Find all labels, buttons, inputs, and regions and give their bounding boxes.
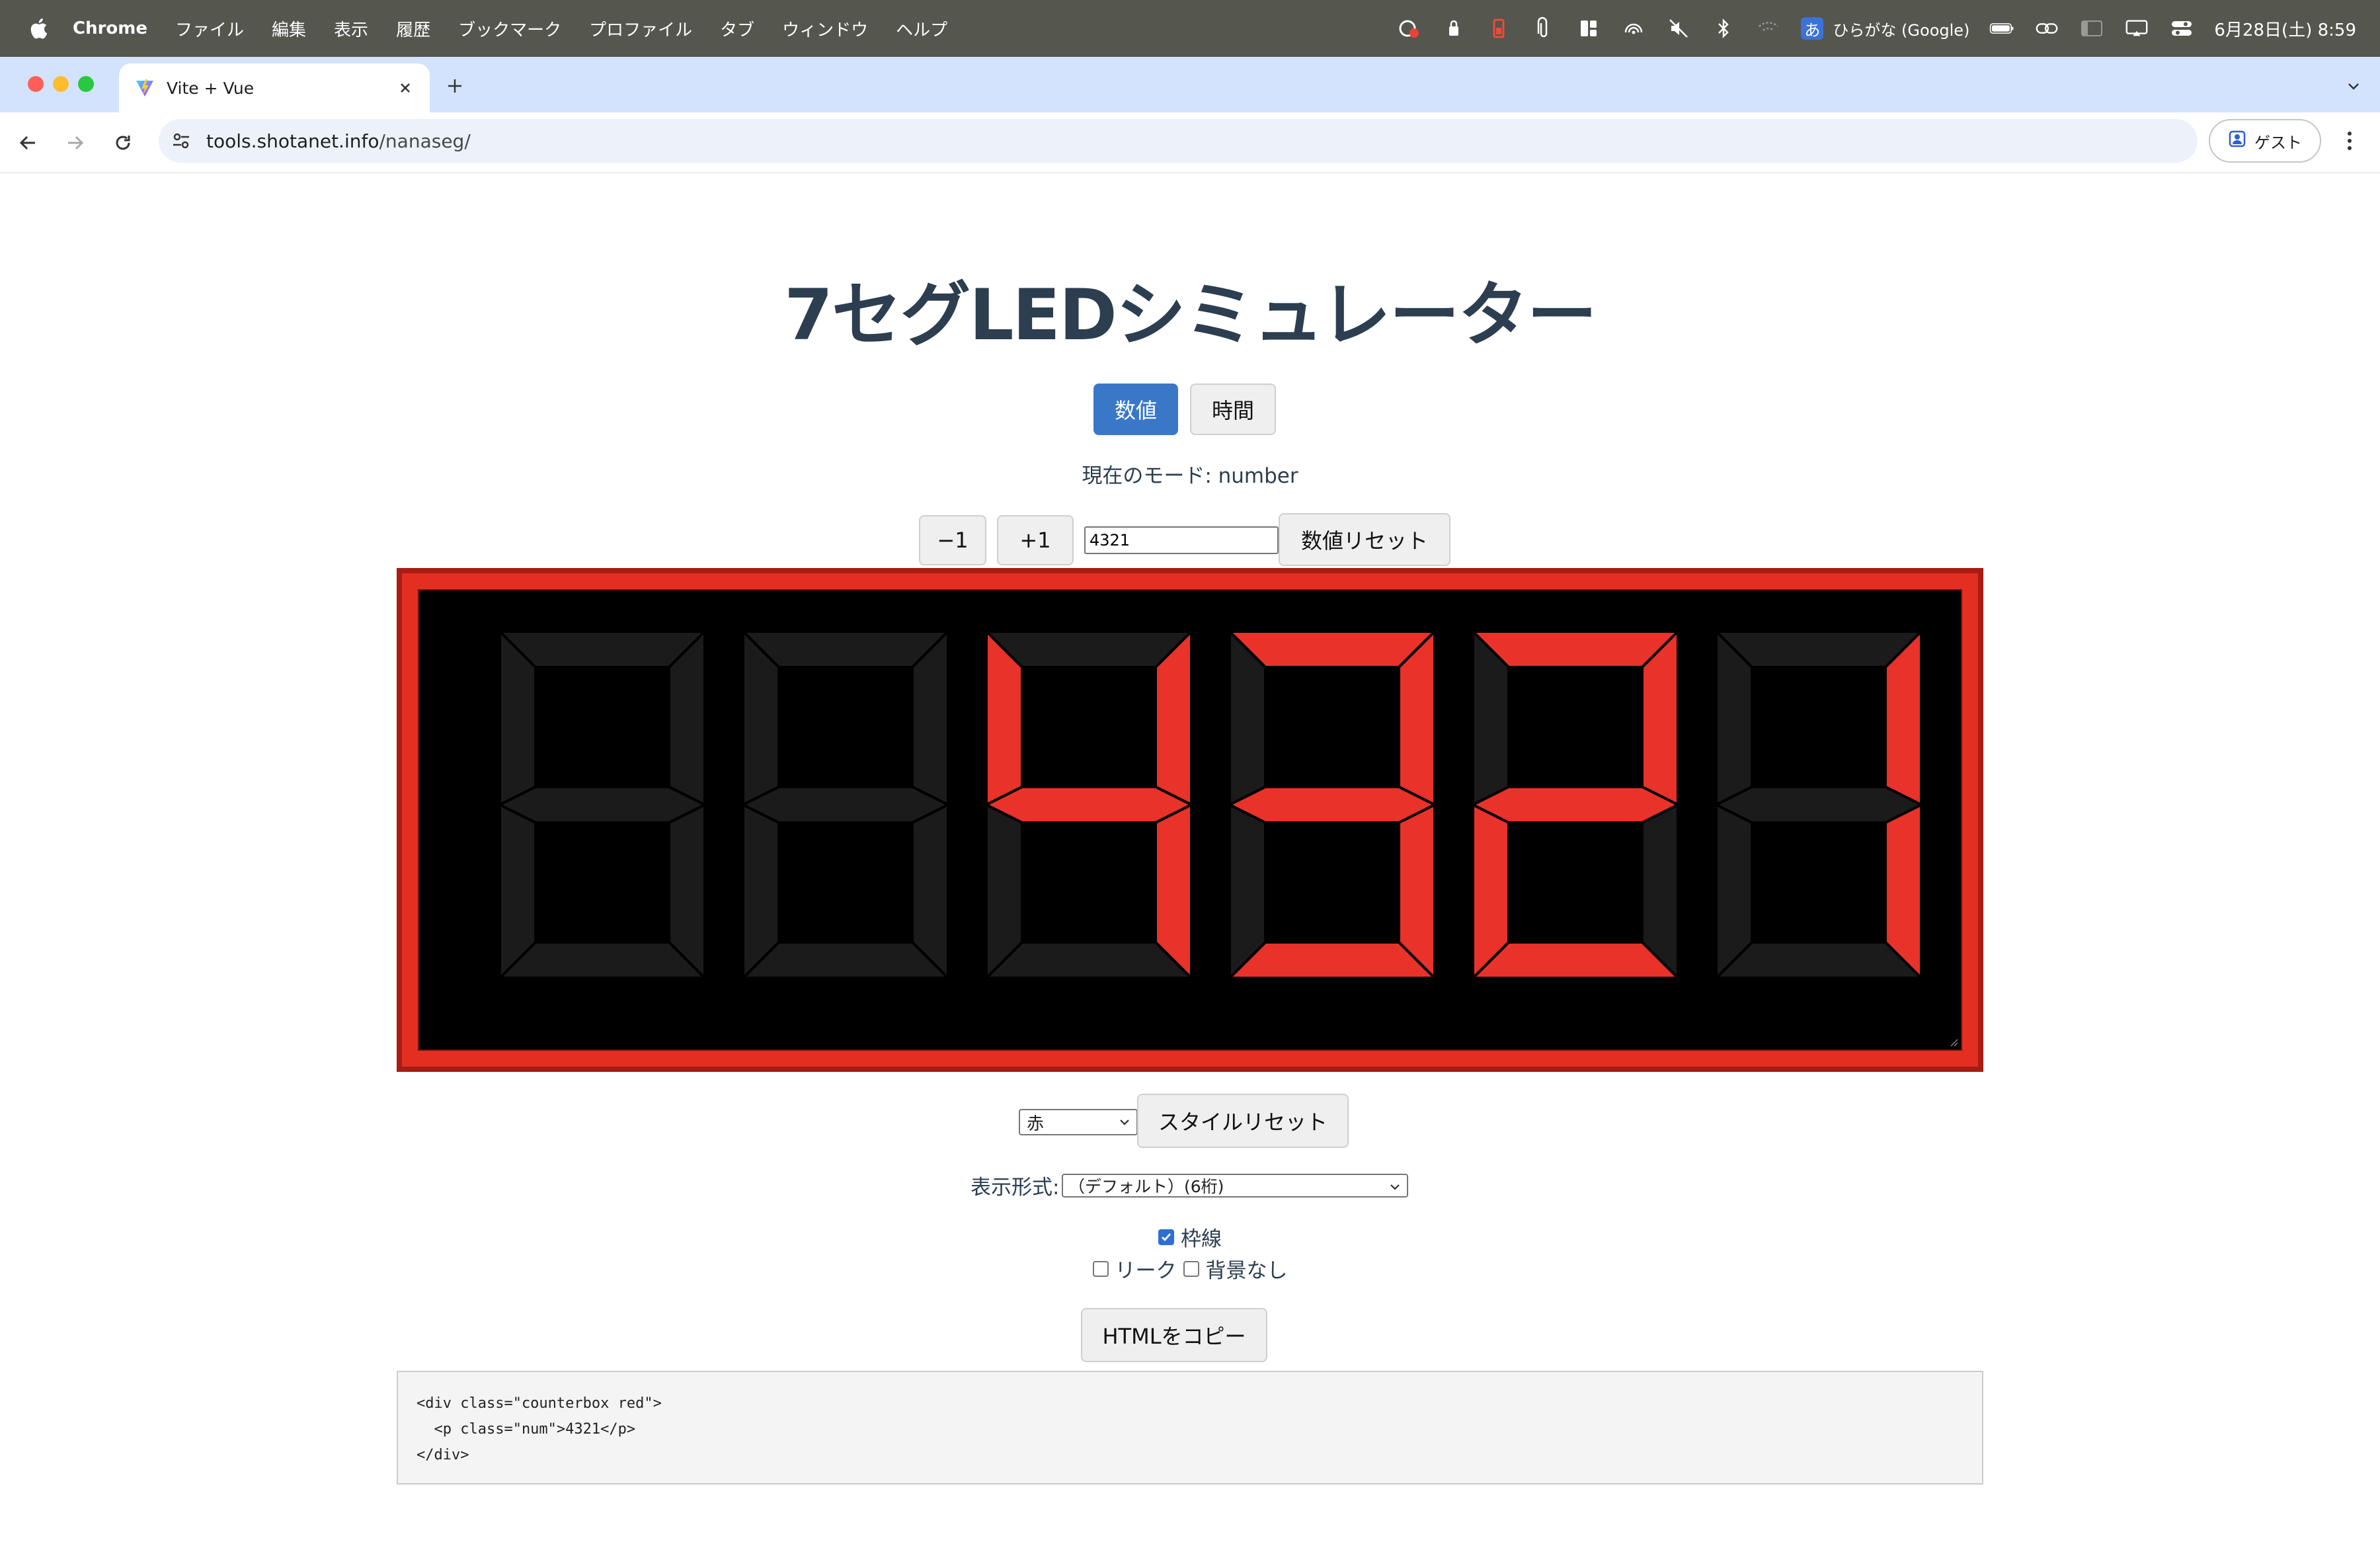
ime-glyph: あ — [1801, 17, 1824, 40]
browser-tab[interactable]: Vite + Vue — [119, 63, 430, 112]
guest-label: ゲスト — [2254, 133, 2302, 152]
page-content: 7セグLEDシミュレーター 数値 時間 現在のモード: number −1 +1… — [0, 173, 2380, 1546]
color-select[interactable]: 赤 — [1019, 1109, 1138, 1135]
code-line: </div> — [416, 1447, 469, 1463]
reload-icon[interactable] — [104, 124, 141, 161]
link-icon[interactable] — [2034, 16, 2059, 41]
page-title: 7セグLEDシミュレーター — [784, 274, 1597, 356]
menu-app-chrome[interactable]: Chrome — [73, 19, 147, 38]
current-mode-text: 現在のモード: number — [1082, 464, 1298, 488]
bluetooth-icon[interactable] — [1711, 16, 1736, 41]
guest-profile-button[interactable]: ゲスト — [2209, 119, 2321, 163]
back-icon[interactable] — [9, 124, 46, 161]
window-minimize-button[interactable] — [53, 76, 69, 92]
chevron-down-icon — [1387, 1179, 1403, 1195]
mode-time-button[interactable]: 時間 — [1190, 384, 1276, 435]
screen-mirroring-icon[interactable] — [2124, 16, 2149, 41]
segment-g — [1226, 786, 1438, 824]
menu-view[interactable]: 表示 — [334, 17, 368, 41]
mode-number-button[interactable]: 数値 — [1093, 384, 1178, 435]
leak-checkbox[interactable] — [1092, 1260, 1109, 1277]
new-tab-icon[interactable] — [440, 71, 469, 101]
forward-icon[interactable] — [57, 124, 94, 161]
border-option-row: 枠線 — [0, 1222, 2380, 1252]
battery-alert-icon[interactable] — [1486, 16, 1511, 41]
format-label: 表示形式: — [971, 1176, 1060, 1200]
html-code-output[interactable]: <div class="counterbox red"> <p class="n… — [397, 1371, 1983, 1485]
border-checkbox[interactable] — [1158, 1229, 1174, 1245]
clock[interactable]: 6月28日(土) 8:59 — [2214, 17, 2356, 41]
wifi-off-icon[interactable] — [1756, 16, 1781, 41]
menu-history[interactable]: 履歴 — [396, 17, 430, 41]
chevron-down-icon — [1117, 1114, 1132, 1130]
close-tab-icon[interactable] — [393, 75, 418, 101]
battery-icon[interactable] — [1989, 16, 2014, 41]
menu-edit[interactable]: 編集 — [272, 17, 306, 41]
led-digit-5 — [1470, 628, 1681, 981]
menu-file[interactable]: ファイル — [175, 17, 244, 41]
decrement-button[interactable]: −1 — [919, 515, 986, 565]
more-menu-icon[interactable] — [2338, 126, 2361, 156]
border-label: 枠線 — [1181, 1227, 1222, 1251]
menu-help[interactable]: ヘルプ — [896, 17, 947, 41]
segment-g — [740, 786, 951, 824]
code-line: <p class="num">4321</p> — [416, 1421, 636, 1438]
led-digit-4 — [1226, 628, 1438, 981]
menu-profiles[interactable]: プロファイル — [589, 17, 692, 41]
leak-label: リーク — [1115, 1259, 1177, 1283]
lock-icon[interactable] — [1441, 16, 1466, 41]
led-digit-3 — [983, 628, 1195, 981]
input-method[interactable]: あ ひらがな (Google) — [1801, 17, 1969, 40]
leak-bg-option-row: リーク 背景なし — [0, 1254, 2380, 1283]
format-select[interactable]: （デフォルト）(6桁) — [1062, 1174, 1408, 1198]
segment-g — [983, 786, 1195, 824]
no-background-label: 背景なし — [1205, 1259, 1288, 1283]
url-path: /nanaseg/ — [379, 130, 471, 152]
screen-record-icon[interactable] — [1396, 16, 1421, 41]
segment-g — [496, 786, 708, 824]
led-digit-1 — [496, 628, 708, 981]
no-background-checkbox[interactable] — [1183, 1260, 1199, 1277]
url-host: tools.shotanet.info — [206, 130, 379, 152]
code-line: <div class="counterbox red"> — [416, 1395, 662, 1412]
window-close-button[interactable] — [28, 76, 44, 92]
sidebar-icon[interactable] — [2079, 16, 2104, 41]
ime-label: ひらがな (Google) — [1833, 20, 1970, 40]
menu-tab[interactable]: タブ — [720, 17, 754, 41]
window-maximize-button[interactable] — [78, 76, 94, 92]
format-select-value: （デフォルト）(6桁) — [1068, 1177, 1224, 1196]
segment-g — [1470, 786, 1681, 824]
seven-segment-display — [496, 628, 1924, 981]
segment-g — [1713, 786, 1924, 824]
resize-handle-icon[interactable] — [1948, 1036, 1958, 1047]
led-display — [418, 589, 1962, 1051]
tab-search-icon[interactable] — [2339, 71, 2368, 101]
reset-style-button[interactable]: スタイルリセット — [1137, 1094, 1349, 1148]
reset-number-button[interactable]: 数値リセット — [1279, 513, 1450, 566]
mute-icon[interactable] — [1666, 16, 1691, 41]
site-info-icon[interactable] — [168, 128, 194, 154]
apple-icon[interactable] — [26, 15, 50, 42]
menu-bar: Chrome ファイル 編集 表示 履歴 ブックマーク プロファイル タブ ウィ… — [0, 0, 2380, 57]
copy-html-button[interactable]: HTMLをコピー — [1081, 1308, 1267, 1362]
profile-icon — [2228, 130, 2246, 152]
increment-button[interactable]: +1 — [997, 515, 1074, 565]
menu-bookmarks[interactable]: ブックマーク — [458, 17, 561, 41]
color-select-value: 赤 — [1027, 1114, 1045, 1134]
control-center-icon[interactable] — [2169, 16, 2194, 41]
vite-icon — [134, 77, 156, 99]
led-panel — [397, 568, 1983, 1072]
paperclip-icon[interactable] — [1531, 16, 1556, 41]
layout-icon[interactable] — [1576, 16, 1601, 41]
address-bar[interactable]: tools.shotanet.info/nanaseg/ — [159, 119, 2198, 163]
menu-window[interactable]: ウィンドウ — [782, 17, 868, 41]
led-digit-2 — [740, 628, 951, 981]
airdrop-icon[interactable] — [1621, 16, 1646, 41]
number-input[interactable] — [1084, 526, 1279, 554]
led-digit-6 — [1713, 628, 1924, 981]
tab-title: Vite + Vue — [167, 78, 255, 98]
